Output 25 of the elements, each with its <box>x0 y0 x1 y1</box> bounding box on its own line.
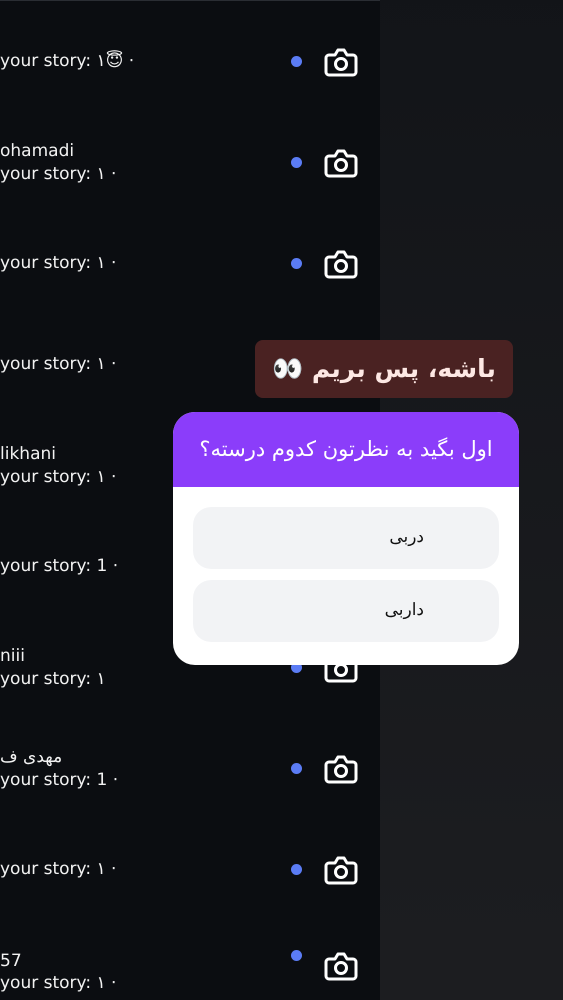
camera-icon[interactable] <box>324 46 358 78</box>
story-sticker-text: باشه، پس بریم 👀 <box>255 340 513 398</box>
message-preview: your story: ۱ · <box>0 252 116 275</box>
sender-name: ohamadi <box>0 140 74 162</box>
poll-option[interactable]: دربی <box>193 507 499 569</box>
message-preview: your story: 1 · <box>0 768 118 791</box>
message-preview: your story: ۱ · <box>0 972 116 994</box>
sender-name: likhani <box>0 443 56 466</box>
sender-name: niii <box>0 645 25 668</box>
message-preview: your story: ۱ · <box>0 353 116 376</box>
camera-icon[interactable] <box>324 950 358 982</box>
camera-icon[interactable] <box>324 248 358 280</box>
camera-icon[interactable] <box>324 146 358 178</box>
camera-icon[interactable] <box>324 752 358 784</box>
camera-icon[interactable] <box>324 854 358 886</box>
message-preview: your story: ۱ · <box>0 162 116 185</box>
sender-name: 57 <box>0 950 22 972</box>
message-preview: your story: ۱ <box>0 668 106 690</box>
message-preview: your story: ۱ · <box>0 858 116 881</box>
message-preview: your story: ۱😇 · <box>0 50 134 73</box>
poll-option[interactable]: داربی <box>193 580 499 642</box>
poll-question: اول بگید به نظرتون کدوم درسته؟ <box>173 412 519 487</box>
message-preview: your story: 1 · <box>0 555 118 578</box>
message-preview: your story: ۱ · <box>0 466 116 488</box>
sender-name: مهدی ف <box>0 746 62 768</box>
